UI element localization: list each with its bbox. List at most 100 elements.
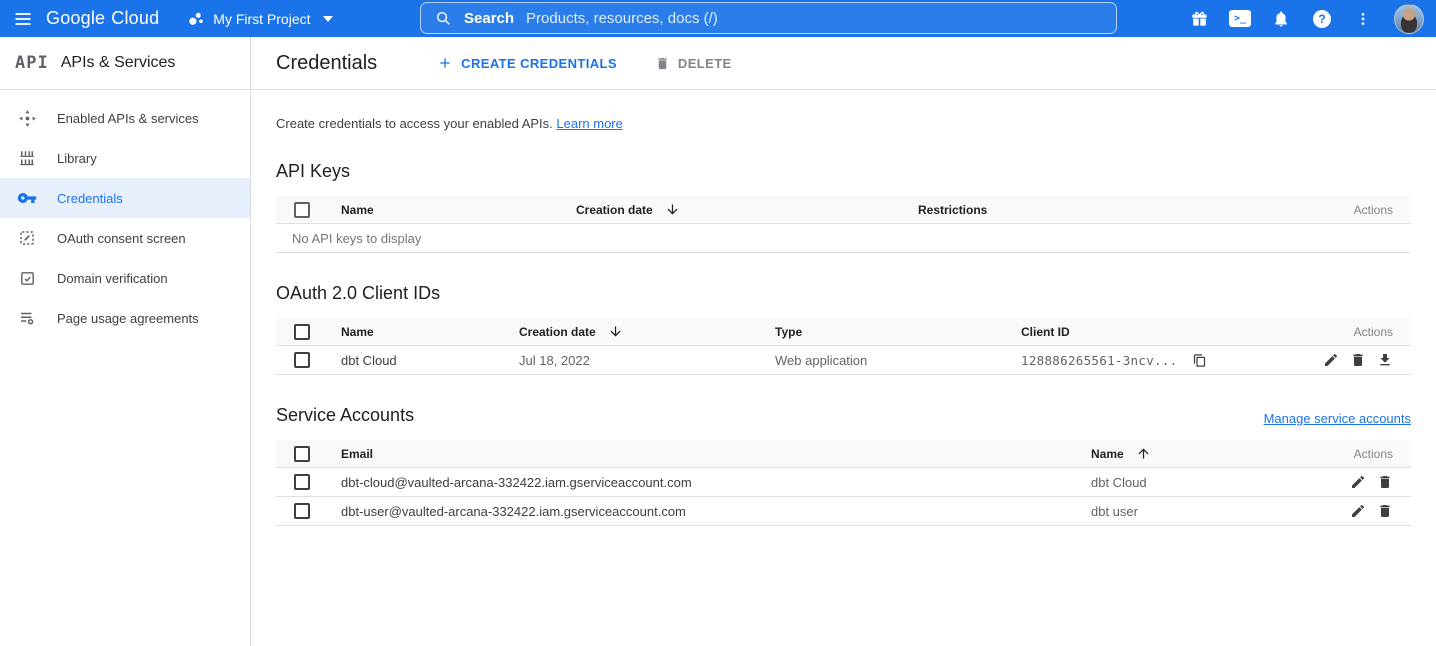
notifications-bell-icon (1272, 10, 1290, 28)
column-header-email[interactable]: Email (341, 447, 1091, 461)
row-actions (1350, 474, 1411, 490)
service-accounts-header-row: Email Name Actions (276, 440, 1411, 468)
api-service-logo: API (15, 53, 49, 73)
copy-icon[interactable] (1192, 353, 1207, 368)
user-avatar[interactable] (1394, 4, 1424, 34)
page-header: Credentials CREATE CREDENTIALS DELETE (251, 37, 1436, 89)
oauth-clients-table: Name Creation date Type Client ID Action… (276, 318, 1411, 375)
row-checkbox[interactable] (294, 503, 310, 519)
search-label: Search (464, 10, 514, 27)
main-content: Create credentials to access your enable… (251, 90, 1436, 646)
library-icon (17, 148, 37, 168)
service-account-email: dbt-cloud@vaulted-arcana-332422.iam.gser… (341, 475, 1091, 490)
create-credentials-button[interactable]: CREATE CREDENTIALS (437, 55, 617, 71)
oauth-client-id-cell: 128886265561-3ncv... (1021, 353, 1323, 368)
learn-more-link[interactable]: Learn more (556, 116, 622, 131)
gift-icon (1190, 9, 1209, 28)
delete-trash-icon[interactable] (1350, 352, 1366, 368)
notifications-button[interactable] (1265, 3, 1297, 35)
agreements-icon (17, 308, 37, 328)
help-button[interactable]: ? (1306, 3, 1338, 35)
create-credentials-label: CREATE CREDENTIALS (461, 56, 617, 71)
project-icon (187, 10, 205, 28)
name-label: Name (1091, 447, 1124, 461)
domain-verification-icon (17, 268, 37, 288)
oauth-client-name: dbt Cloud (341, 353, 519, 368)
sidebar-item-label: Enabled APIs & services (57, 111, 199, 126)
delete-trash-icon[interactable] (1377, 474, 1393, 490)
column-header-creation-date[interactable]: Creation date (576, 202, 918, 217)
hub-icon (17, 108, 37, 128)
delete-button[interactable]: DELETE (655, 56, 732, 71)
edit-pencil-icon[interactable] (1350, 503, 1366, 519)
sidebar-item-label: Domain verification (57, 271, 168, 286)
row-checkbox[interactable] (294, 474, 310, 490)
topbar-actions: >_ ? (1183, 0, 1424, 37)
google-cloud-logo[interactable]: Google Cloud (46, 8, 159, 29)
column-header-actions: Actions (1354, 447, 1411, 461)
intro-sentence: Create credentials to access your enable… (276, 116, 553, 131)
column-header-actions: Actions (1354, 325, 1411, 339)
free-trial-gift-button[interactable] (1183, 3, 1215, 35)
row-actions (1350, 503, 1411, 519)
gcp-console: Google Cloud My First Project Search Pro… (0, 0, 1436, 646)
top-app-bar: Google Cloud My First Project Search Pro… (0, 0, 1436, 37)
delete-label: DELETE (678, 56, 732, 71)
sidebar-item-enabled-apis[interactable]: Enabled APIs & services (0, 98, 250, 138)
sidebar-item-label: OAuth consent screen (57, 231, 186, 246)
more-options-button[interactable] (1347, 3, 1379, 35)
oauth-header-row: Name Creation date Type Client ID Action… (276, 318, 1411, 346)
trash-icon (655, 56, 670, 71)
sort-desc-arrow-icon (665, 202, 680, 217)
column-header-restrictions[interactable]: Restrictions (918, 203, 1354, 217)
service-account-name: dbt user (1091, 504, 1350, 519)
column-header-name[interactable]: Name (1091, 446, 1354, 461)
download-icon[interactable] (1377, 352, 1393, 368)
hamburger-menu-button[interactable] (0, 0, 46, 37)
edit-pencil-icon[interactable] (1323, 352, 1339, 368)
logo-cloud-text: Cloud (111, 8, 159, 29)
secondary-header: API APIs & Services Credentials CREATE C… (0, 37, 1436, 90)
kebab-menu-icon (1355, 11, 1371, 27)
sidebar-item-oauth-consent[interactable]: OAuth consent screen (0, 218, 250, 258)
select-all-checkbox[interactable] (294, 446, 310, 462)
creation-date-label: Creation date (576, 203, 653, 217)
client-id-value: 128886265561-3ncv... (1021, 353, 1178, 368)
sidebar-item-label: Library (57, 151, 97, 166)
plus-icon (437, 55, 453, 71)
column-header-client-id[interactable]: Client ID (1021, 325, 1354, 339)
service-accounts-heading-row: Service Accounts Manage service accounts (276, 405, 1411, 426)
sidebar-item-credentials[interactable]: Credentials (0, 178, 250, 218)
sidebar-item-domain-verification[interactable]: Domain verification (0, 258, 250, 298)
column-header-name[interactable]: Name (341, 203, 576, 217)
creation-date-label: Creation date (519, 325, 596, 339)
manage-service-accounts-link[interactable]: Manage service accounts (1264, 411, 1411, 426)
project-switcher[interactable]: My First Project (187, 10, 332, 28)
column-header-name[interactable]: Name (341, 325, 519, 339)
select-all-checkbox[interactable] (294, 324, 310, 340)
api-keys-heading: API Keys (276, 161, 1411, 182)
service-title: APIs & Services (61, 54, 176, 72)
column-header-type[interactable]: Type (775, 325, 1021, 339)
hamburger-icon (13, 9, 33, 29)
column-header-creation-date[interactable]: Creation date (519, 324, 775, 339)
service-accounts-table: Email Name Actions dbt-cloud@vaulted-arc… (276, 440, 1411, 526)
sidebar-item-label: Credentials (57, 191, 123, 206)
sidebar-item-page-usage-agreements[interactable]: Page usage agreements (0, 298, 250, 338)
api-keys-empty-state: No API keys to display (276, 224, 1411, 253)
search-icon (435, 10, 452, 27)
oauth-client-creation-date: Jul 18, 2022 (519, 353, 775, 368)
search-input[interactable]: Search Products, resources, docs (/) (420, 2, 1117, 34)
page-title: Credentials (276, 52, 377, 75)
row-checkbox[interactable] (294, 352, 310, 368)
chevron-down-icon (323, 16, 333, 22)
edit-pencil-icon[interactable] (1350, 474, 1366, 490)
select-all-checkbox[interactable] (294, 202, 310, 218)
api-keys-header-row: Name Creation date Restrictions Actions (276, 196, 1411, 224)
delete-trash-icon[interactable] (1377, 503, 1393, 519)
cloud-shell-button[interactable]: >_ (1224, 3, 1256, 35)
service-header: API APIs & Services (0, 37, 251, 89)
sidebar-item-library[interactable]: Library (0, 138, 250, 178)
sort-asc-arrow-icon (1136, 446, 1151, 461)
service-accounts-heading: Service Accounts (276, 405, 414, 426)
